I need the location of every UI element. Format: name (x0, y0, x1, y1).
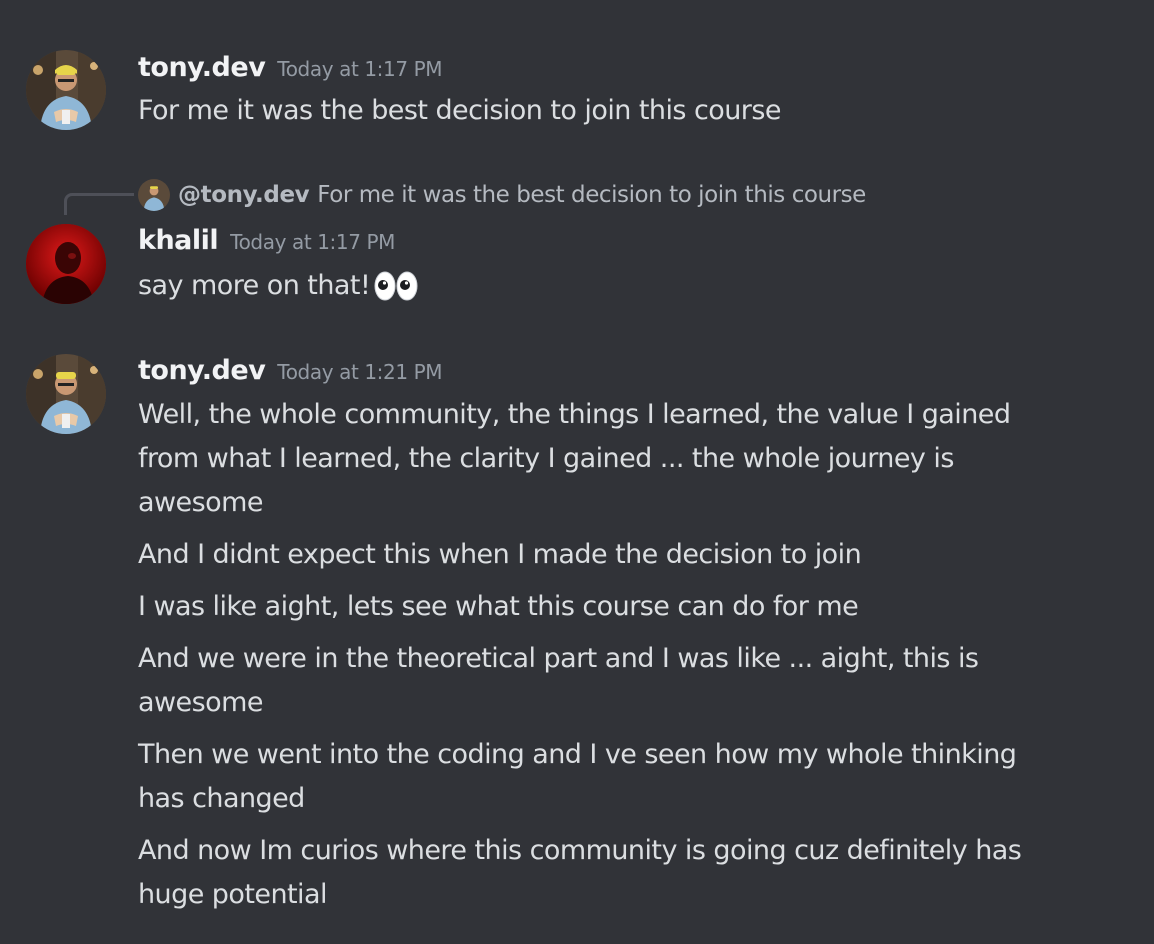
message-line: And I didnt expect this when I made the … (138, 539, 862, 570)
message-line: huge potential (138, 879, 328, 910)
username-tony[interactable]: tony.dev Today at 1:21 PM (138, 355, 443, 386)
reply-reference[interactable]: @tony.dev For me it was the best decisio… (138, 178, 866, 212)
timestamp: Today at 1:17 PM (230, 230, 396, 254)
avatar-khalil[interactable] (26, 224, 106, 304)
message-line: Well, the whole community, the things I … (138, 399, 1011, 430)
avatar-tony-image (26, 50, 106, 130)
reply-avatar-tony (138, 179, 170, 211)
avatar-khalil-image (26, 224, 106, 304)
message-line: And now Im curios where this community i… (138, 835, 1022, 866)
avatar-tony[interactable] (26, 354, 106, 434)
avatar-tony-image (26, 354, 106, 434)
message-line: I was like aight, lets see what this cou… (138, 591, 859, 622)
message-line: has changed (138, 783, 305, 814)
reply-connector (64, 193, 134, 215)
message-line: And we were in the theoretical part and … (138, 643, 979, 674)
message-line: Then we went into the coding and I ve se… (138, 739, 1017, 770)
reply-mention[interactable]: @tony.dev (178, 182, 310, 208)
message-line: awesome (138, 487, 263, 518)
chat-messages: tony.dev Today at 1:17 PM For me it was t… (0, 0, 1154, 944)
eyes-emoji-icon[interactable] (374, 271, 418, 315)
username-label[interactable]: tony.dev (138, 355, 266, 386)
username-label[interactable]: khalil (138, 225, 219, 256)
message-text: say more on that! (138, 270, 371, 301)
message-line: say more on that! (138, 264, 1078, 315)
reply-preview-text[interactable]: For me it was the best decision to join … (317, 182, 866, 208)
timestamp: Today at 1:21 PM (277, 360, 443, 384)
username-tony[interactable]: tony.dev Today at 1:17 PM (138, 52, 443, 83)
message-line: awesome (138, 687, 263, 718)
reply-avatar-image (138, 179, 170, 211)
avatar-tony[interactable] (26, 50, 106, 130)
username-label[interactable]: tony.dev (138, 52, 266, 83)
timestamp: Today at 1:17 PM (277, 57, 443, 81)
username-khalil[interactable]: khalil Today at 1:17 PM (138, 225, 395, 256)
message-line: from what I learned, the clarity I gaine… (138, 443, 954, 474)
message-line: For me it was the best decision to join … (138, 95, 781, 126)
